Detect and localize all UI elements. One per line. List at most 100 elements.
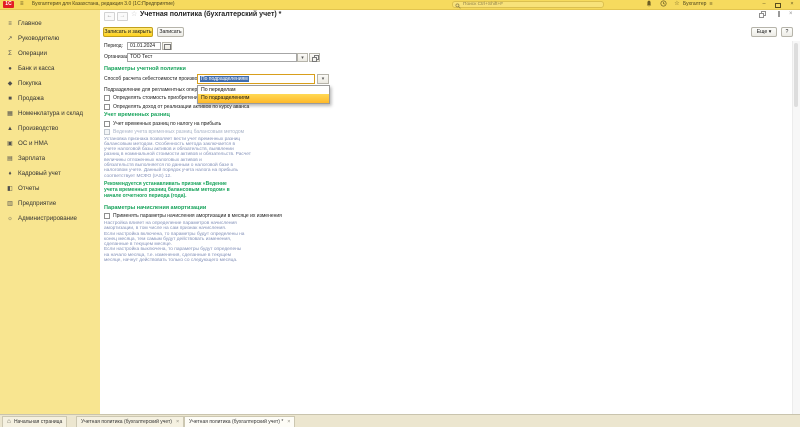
sidebar-item-label: Производство <box>18 125 58 132</box>
checkbox-amortization[interactable] <box>104 213 110 219</box>
sidebar-item-pokupka[interactable]: ◆Покупка <box>0 76 100 91</box>
hint-balance-method: Установка признака позволяет вести учет … <box>104 137 251 179</box>
tab-close-icon[interactable]: × <box>287 419 290 425</box>
recommendation-text: Рекомендуется устанавливать признак «Вед… <box>104 181 230 200</box>
main-menu-icon[interactable]: ≡ <box>20 0 24 9</box>
tab-close-icon[interactable]: × <box>176 419 179 425</box>
salary-icon: ▤ <box>5 156 15 162</box>
sidebar-item-rukovoditelyu[interactable]: ↗Руководителю <box>0 31 100 46</box>
checkbox-cost-acquisition[interactable] <box>104 95 110 101</box>
pin-form-icon[interactable] <box>778 11 780 17</box>
tab-accounting-policy-2-active[interactable]: Учетная политика (бухгалтерский учет) * … <box>184 416 295 427</box>
dropdown-option[interactable]: По переделам <box>198 86 329 95</box>
help-button[interactable]: ? <box>781 27 793 37</box>
sidebar-item-glavnoe[interactable]: ≡Главное <box>0 16 100 31</box>
sidebar-item-zarplata[interactable]: ▤Зарплата <box>0 151 100 166</box>
more-label: Еще <box>757 29 768 35</box>
hint-line: месяце, начнут действовать только со сле… <box>104 258 244 263</box>
sidebar-item-operacii[interactable]: ΣОперации <box>0 46 100 61</box>
vertical-scrollbar[interactable] <box>792 41 800 414</box>
checkbox-temp-diff[interactable] <box>104 121 110 127</box>
hint-line: соответствует МСФО (IAS) 12. <box>104 174 251 179</box>
1c-logo: 1С <box>3 1 14 8</box>
sidebar-item-administrirovanie[interactable]: ☼Администрирование <box>0 211 100 226</box>
operations-icon: Σ <box>5 51 15 57</box>
cost-method-combobox[interactable]: По подразделениям <box>197 74 315 84</box>
checkbox-income-sales[interactable] <box>104 104 110 110</box>
fixed-assets-icon: ▣ <box>5 141 15 147</box>
organization-input[interactable]: ТОО Тест <box>127 53 297 62</box>
sidebar-item-otchety[interactable]: ◧Отчеты <box>0 181 100 196</box>
cost-method-dropdown-list: По переделам По подразделениям <box>197 85 330 104</box>
close-form-icon[interactable]: × <box>789 11 793 17</box>
favorites-star-icon[interactable]: ☆ <box>672 0 682 9</box>
history-clock-icon[interactable] <box>658 0 668 9</box>
open-link-icon <box>312 55 317 60</box>
nav-forward-button[interactable]: → <box>117 12 128 21</box>
sidebar-item-proizvodstvo[interactable]: ▲Производство <box>0 121 100 136</box>
section-header-policy: Параметры учетной политики <box>104 66 186 72</box>
sidebar-item-nomenklatura[interactable]: ▦Номенклатура и склад <box>0 106 100 121</box>
calendar-picker-button[interactable] <box>162 42 172 50</box>
enterprise-icon: ▥ <box>5 201 15 207</box>
sidebar-item-label: Номенклатура и склад <box>18 110 83 117</box>
sidebar-item-bank-kassa[interactable]: ●Банк и касса <box>0 61 100 76</box>
save-button[interactable]: Записать <box>157 27 184 37</box>
sidebar-item-os-nma[interactable]: ▣ОС и НМА <box>0 136 100 151</box>
recommendation-line: начале отчетного периода (года). <box>104 193 230 199</box>
favorite-star-icon[interactable]: ☆ <box>131 10 137 19</box>
organization-open-button[interactable] <box>309 53 320 62</box>
settings-menu-icon[interactable]: ≡ <box>706 0 716 9</box>
purchase-icon: ◆ <box>5 81 15 87</box>
section-panel: ≡Главное ↗Руководителю ΣОперации ●Банк и… <box>0 9 100 415</box>
reports-icon: ◧ <box>5 186 15 192</box>
notifications-bell-icon[interactable] <box>644 0 654 9</box>
section-header-temp-diff: Учет временных разниц <box>104 112 170 118</box>
chevron-down-icon: ▾ <box>769 29 772 35</box>
hint-amortization: Настройка влияет на определение параметр… <box>104 221 244 263</box>
sidebar-item-label: Кадровый учет <box>18 170 61 177</box>
nav-back-button[interactable]: ← <box>104 12 115 21</box>
sidebar-item-label: Отчеты <box>18 185 39 192</box>
sidebar-item-label: Руководителю <box>18 35 59 42</box>
search-icon <box>455 3 461 9</box>
bank-icon: ● <box>5 66 15 72</box>
sidebar-item-label: ОС и НМА <box>18 140 48 147</box>
hint-line: амортизации, в том числе на сам признак … <box>104 226 244 231</box>
period-input[interactable]: 01.01.2024 <box>127 42 161 50</box>
sidebar-item-label: Продажа <box>18 95 44 102</box>
window-close-button[interactable]: × <box>788 0 796 9</box>
hint-line: Если настройка выключена, то параметры б… <box>104 247 244 252</box>
tab-accounting-policy-1[interactable]: Учетная политика (бухгалтерский учет) × <box>76 416 184 427</box>
app-window: 1С ≡ Бухгалтерия для Казахстана, редакци… <box>0 0 800 427</box>
sidebar-item-predpriyatie[interactable]: ▥Предприятие <box>0 196 100 211</box>
save-and-close-button[interactable]: Записать и закрыть <box>103 27 153 37</box>
selected-text: По подразделениям <box>200 76 249 82</box>
current-user-role[interactable]: Бухгалтер <box>683 0 706 9</box>
production-icon: ▲ <box>5 126 15 132</box>
sidebar-item-label: Банк и касса <box>18 65 54 72</box>
sidebar-item-kadrovyj-uchet[interactable]: ♦Кадровый учет <box>0 166 100 181</box>
section-header-amortization: Параметры начисления амортизации <box>104 205 206 211</box>
more-actions-button[interactable]: Еще ▾ <box>751 27 777 37</box>
sales-icon: ■ <box>5 96 15 102</box>
scrollbar-thumb[interactable] <box>794 43 798 107</box>
cost-method-label: Способ расчета себестоимости производств… <box>104 76 212 82</box>
cost-method-dropdown-button[interactable]: ▾ <box>317 74 329 84</box>
open-windows-bar: ⌂ Начальная страница Учетная политика (б… <box>0 414 800 427</box>
hint-line: налоговом учете. Данный порядок учета на… <box>104 168 251 173</box>
window-maximize-button[interactable] <box>775 3 781 8</box>
hr-icon: ♦ <box>5 171 15 177</box>
app-title: Бухгалтерия для Казахстана, редакция 3.0… <box>32 0 175 9</box>
calendar-icon <box>164 44 171 50</box>
window-minimize-button[interactable]: – <box>760 0 768 9</box>
organization-dropdown-button[interactable]: ▾ <box>297 53 308 62</box>
resize-form-icon[interactable] <box>759 11 765 17</box>
dropdown-option-selected[interactable]: По подразделениям <box>198 94 329 103</box>
checkbox-balance-method-label: Ведение учета временных разниц балансовы… <box>113 129 244 135</box>
sidebar-item-label: Администрирование <box>18 215 77 222</box>
tab-home[interactable]: ⌂ Начальная страница <box>2 416 67 427</box>
recommendation-line: Рекомендуется устанавливать признак «Вед… <box>104 181 230 187</box>
global-search-input[interactable]: Поиск Ctrl+Shift+F <box>452 1 604 8</box>
sidebar-item-prodazha[interactable]: ■Продажа <box>0 91 100 106</box>
